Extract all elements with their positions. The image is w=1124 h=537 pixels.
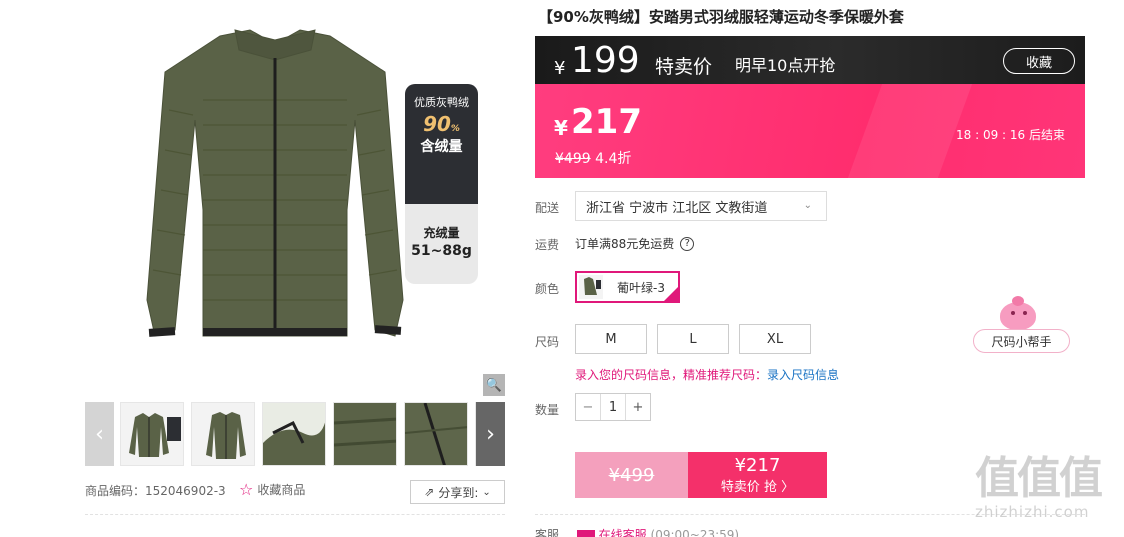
quantity-input[interactable]: 1: [600, 394, 626, 420]
thumbnail-5[interactable]: [404, 402, 468, 466]
size-tip: 录入您的尺码信息，精准推荐尺码：录入尺码信息: [575, 368, 840, 382]
mascot-icon: [1000, 296, 1036, 330]
zoom-icon[interactable]: 🔍: [483, 374, 505, 396]
thumbnail-3[interactable]: [262, 402, 326, 466]
thumbnail-1[interactable]: [120, 402, 184, 466]
watermark: 值值值 zhizhizhi.com: [975, 455, 1115, 529]
chevron-down-icon: ⌄: [482, 486, 491, 498]
flash-start-time: 明早10点开抢: [735, 56, 836, 75]
color-option-selected[interactable]: 葡叶绿-3: [575, 271, 680, 303]
color-label: 颜色: [535, 282, 560, 296]
online-service-link[interactable]: 在线客服: [599, 528, 647, 537]
badge-line5: 51~88g: [411, 243, 472, 259]
share-dropdown[interactable]: ⇗ 分享到: ⌄: [410, 480, 505, 504]
share-icon: ⇗: [424, 485, 435, 499]
address-selector[interactable]: 浙江省 宁波市 江北区 文教街道 ⌄: [575, 191, 827, 221]
thumbnail-2[interactable]: [191, 402, 255, 466]
buy-price: ¥217: [734, 455, 781, 476]
service-label: 客服: [535, 528, 560, 537]
quantity-label: 数量: [535, 403, 560, 417]
size-label: 尺码: [535, 335, 560, 349]
chevron-down-icon: ⌄: [803, 200, 812, 211]
original-price: ¥499 4.4折: [555, 151, 632, 167]
original-price-button[interactable]: ¥499: [575, 452, 688, 498]
product-code: 商品编码：152046902-3: [85, 484, 226, 498]
watermark-url: zhizhizhi.com: [975, 503, 1090, 521]
product-meta: 商品编码：152046902-3 ☆ 收藏商品 ⇗ 分享到: ⌄: [85, 480, 505, 506]
product-page: 优质灰鸭绒 90% 含绒量 充绒量 51~88g 🔍 ‹ › 商品编码：1520: [0, 0, 1124, 537]
star-icon: ☆: [239, 480, 254, 499]
chevron-left-icon: ‹: [95, 421, 104, 447]
buy-action: 特卖价 抢 〉: [720, 480, 795, 495]
shipping-text: 订单满88元免运费: [575, 237, 675, 251]
badge-line1: 优质灰鸭绒: [414, 96, 469, 109]
price-currency: ¥: [554, 116, 568, 140]
product-title: 【90%灰鸭绒】安踏男式羽绒服轻薄运动冬季保暖外套: [538, 8, 904, 26]
thumbnail-strip: ‹ ›: [85, 402, 505, 466]
favorite-button[interactable]: 收藏: [1003, 48, 1075, 74]
share-label: 分享到:: [438, 485, 479, 500]
favorite-label: 收藏商品: [257, 483, 306, 497]
customer-service: 客服 在线客服 (09:00~23:59): [535, 526, 739, 537]
badge-line3: 含绒量: [420, 139, 463, 155]
flash-tag: 特卖价: [655, 56, 713, 78]
size-option-m[interactable]: M: [575, 324, 647, 354]
buy-button-group: ¥499 ¥217 特卖价 抢 〉: [575, 452, 827, 498]
down-content-badge: 优质灰鸭绒 90% 含绒量 充绒量 51~88g: [405, 84, 478, 284]
flash-price: 199: [571, 40, 640, 81]
size-option-xl[interactable]: XL: [739, 324, 811, 354]
flash-sale-bar: ¥ 199 特卖价 明早10点开抢 收藏: [535, 36, 1085, 84]
countdown-timer: 18 : 09 : 16 后结束: [956, 128, 1065, 142]
address-value: 浙江省 宁波市 江北区 文教街道: [586, 200, 768, 216]
watermark-logo: 值值值: [975, 453, 1103, 504]
thumbnail-prev-button[interactable]: ‹: [85, 402, 114, 466]
size-helper[interactable]: 尺码小帮手: [973, 296, 1071, 354]
chevron-right-icon: ›: [486, 421, 495, 447]
service-hours: (09:00~23:59): [650, 528, 740, 537]
delivery-label: 配送: [535, 201, 560, 215]
badge-line4: 充绒量: [423, 226, 460, 240]
shipping-label: 运费: [535, 238, 560, 252]
price-bar: ¥ 217 ¥499 4.4折 18 : 09 : 16 后结束: [535, 84, 1085, 178]
quantity-stepper: − 1 +: [575, 393, 651, 421]
badge-percent: 90%: [423, 112, 460, 136]
flash-currency: ¥: [554, 58, 566, 79]
chat-icon: [576, 529, 595, 537]
thumbnail-next-button[interactable]: ›: [476, 402, 505, 466]
divider: [85, 514, 505, 515]
flash-buy-button[interactable]: ¥217 特卖价 抢 〉: [688, 452, 827, 498]
quantity-plus-button[interactable]: +: [626, 394, 650, 420]
size-helper-label: 尺码小帮手: [973, 329, 1070, 353]
quantity-minus-button[interactable]: −: [576, 394, 600, 420]
size-record-link[interactable]: 录入尺码信息: [767, 368, 839, 382]
current-price: 217: [571, 102, 642, 142]
favorite-product-link[interactable]: ☆ 收藏商品: [239, 480, 305, 499]
size-option-l[interactable]: L: [657, 324, 729, 354]
color-option-label: 葡叶绿-3: [617, 280, 665, 295]
thumbnail-4[interactable]: [333, 402, 397, 466]
shipping-info: 订单满88元免运费 ?: [575, 235, 695, 252]
check-icon: [664, 287, 678, 301]
color-swatch: [579, 275, 603, 299]
help-icon[interactable]: ?: [680, 236, 695, 251]
